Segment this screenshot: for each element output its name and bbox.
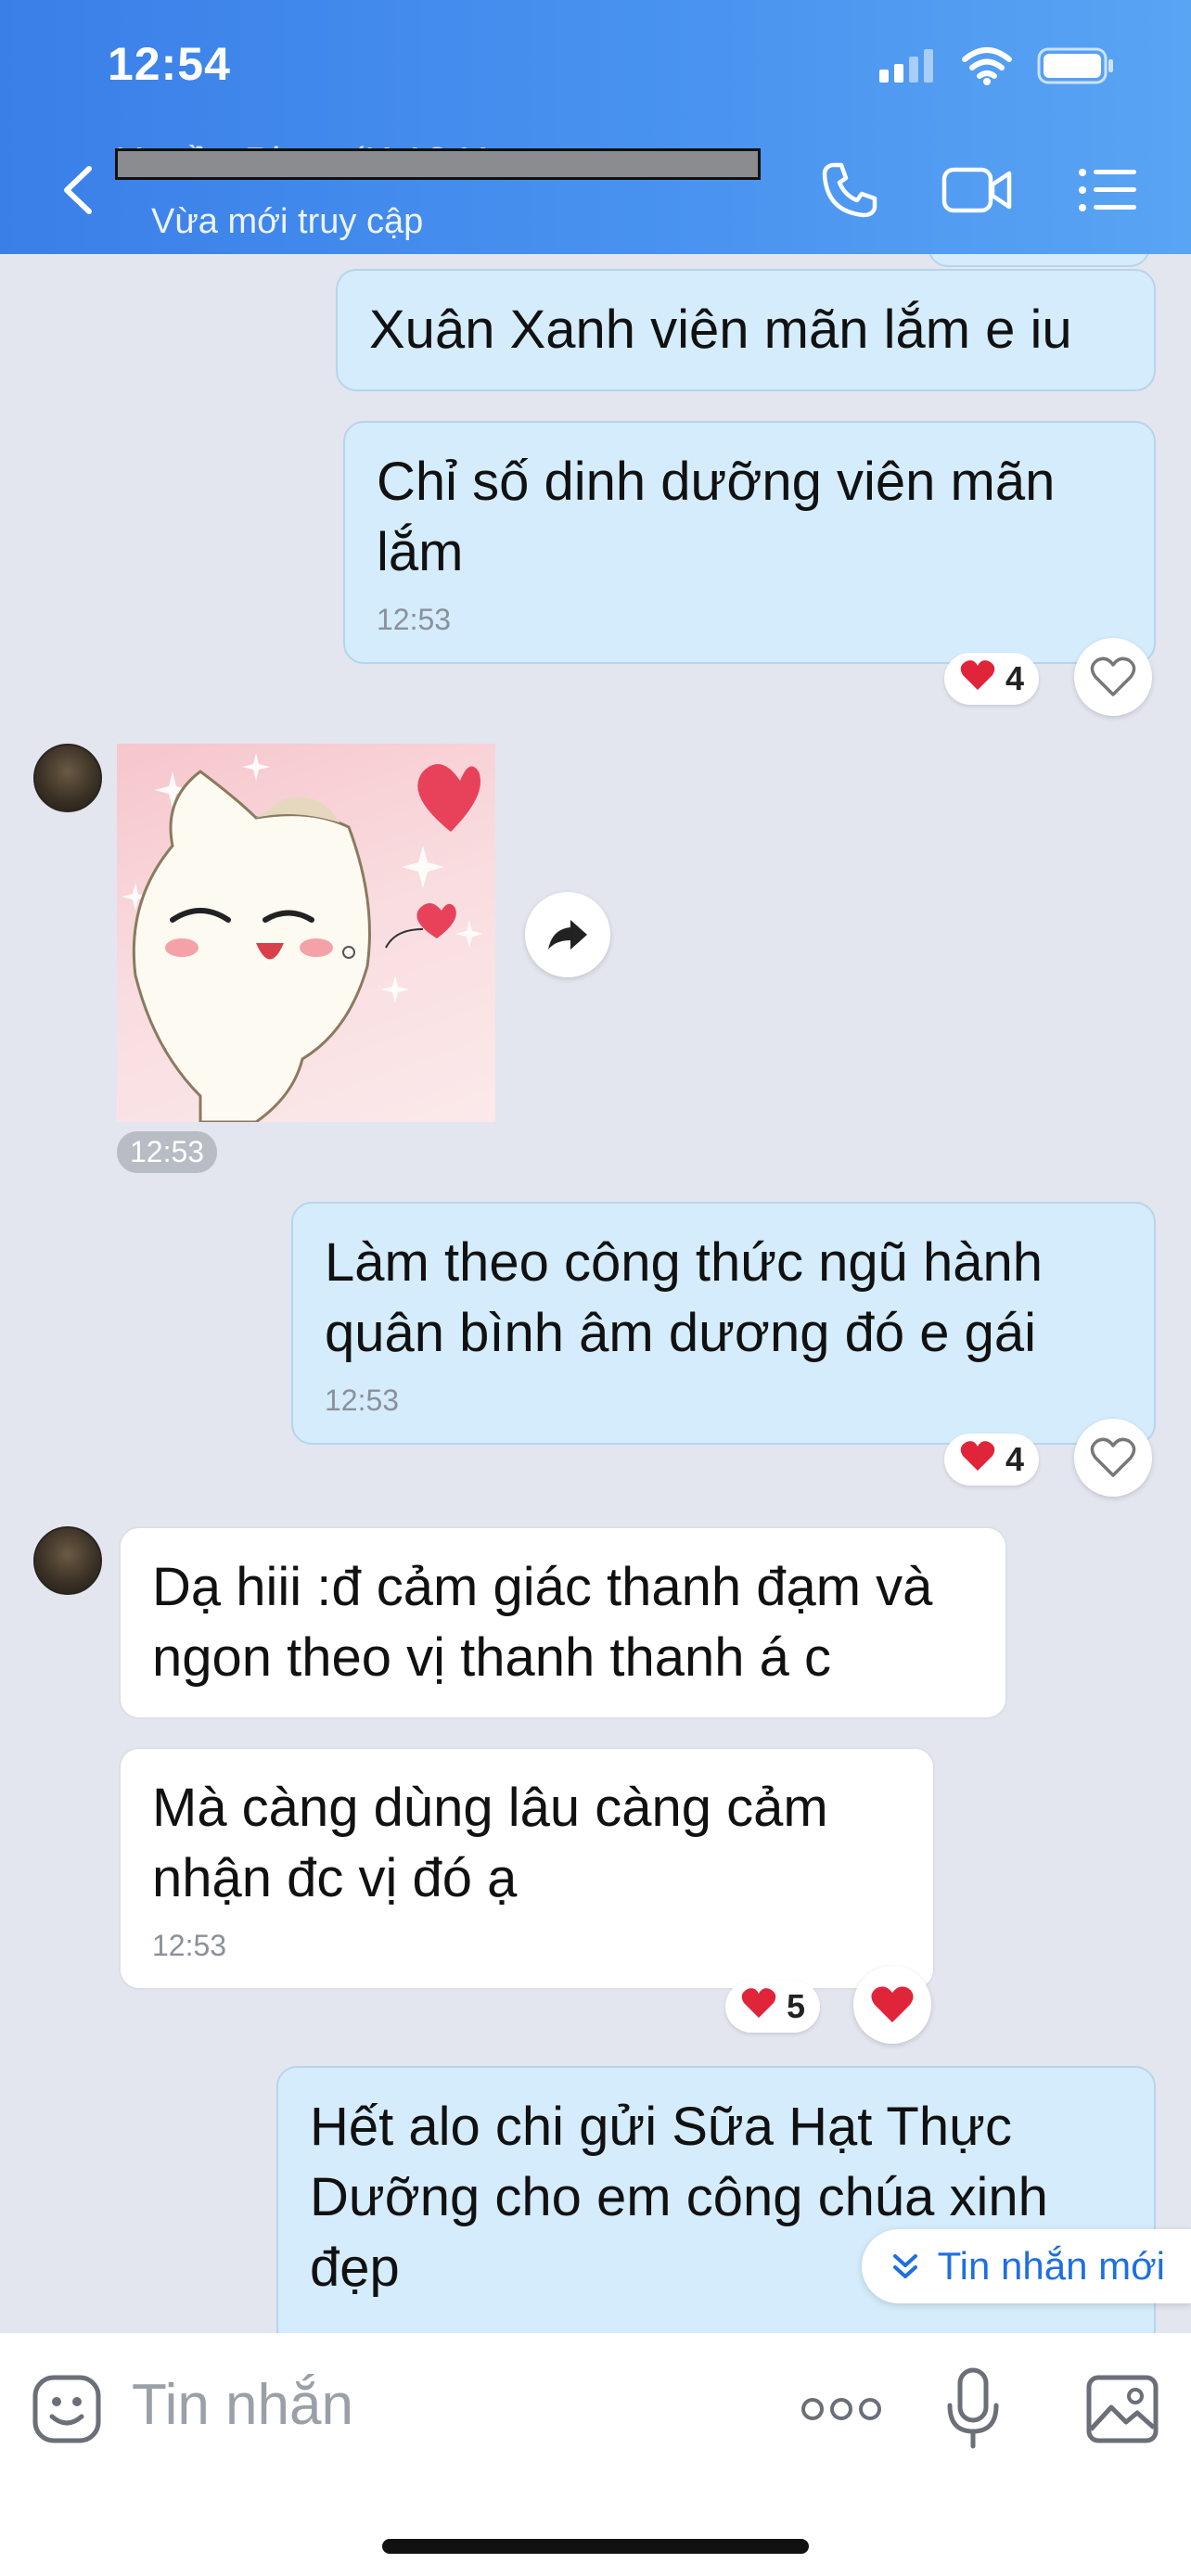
message-time: 12:53: [152, 1929, 227, 1962]
heart-icon: [871, 1986, 914, 2022]
message-bubble-out[interactable]: Chỉ số dinh dưỡng viên mãn lắm 12:53: [343, 421, 1156, 664]
video-camera-icon: [941, 167, 1012, 213]
sticker-image[interactable]: [117, 744, 495, 1122]
redaction-bar: [115, 148, 761, 180]
message-input[interactable]: Tin nhắn: [132, 2372, 353, 2438]
message-text: Xuân Xanh viên mãn lắm e iu: [369, 300, 1072, 360]
message-bubble-out[interactable]: Làm theo công thức ngũ hành quân bình âm…: [291, 1202, 1156, 1445]
forward-arrow-icon: [548, 920, 587, 950]
reaction-count: 5: [787, 1987, 806, 2025]
avatar[interactable]: [33, 1526, 102, 1595]
sticker-button[interactable]: [32, 2374, 102, 2444]
message-text: Làm theo công thức ngũ hành quân bình âm…: [325, 1232, 1044, 1363]
heart-icon: [740, 1986, 777, 2028]
photo-button[interactable]: [1085, 2374, 1159, 2444]
voice-button[interactable]: [944, 2366, 1002, 2450]
heart-outline-icon: [1090, 657, 1136, 696]
more-dots-icon: [801, 2398, 881, 2420]
back-button[interactable]: [56, 158, 102, 223]
reaction-summary[interactable]: 4: [944, 653, 1040, 705]
reaction-count: 4: [1005, 1440, 1025, 1478]
message-text: Mà càng dùng lâu càng cảm nhận đc vị đó …: [152, 1778, 828, 1908]
sticker-cat-icon: [122, 753, 483, 1122]
list-icon: [1079, 169, 1136, 211]
react-button[interactable]: [1074, 1419, 1152, 1497]
partial-message-bubble: [928, 254, 1150, 267]
smiley-icon: [32, 2375, 101, 2443]
microphone-icon: [947, 2367, 999, 2449]
message-bubble-in[interactable]: Dạ hiii :đ cảm giác thanh đạm và ngon th…: [119, 1526, 1007, 1719]
react-button[interactable]: [1074, 638, 1152, 716]
call-button[interactable]: [813, 158, 887, 223]
contact-status: Vừa mới truy cập: [151, 202, 424, 241]
status-icons: [877, 46, 1117, 90]
video-call-button[interactable]: [941, 158, 1015, 223]
message-time: 12:53: [325, 1384, 400, 1417]
new-message-banner[interactable]: Tin nhắn mới: [861, 2229, 1191, 2303]
heart-icon: [959, 1439, 996, 1481]
chevron-left-icon: [64, 166, 92, 214]
image-gallery-icon: [1086, 2375, 1159, 2443]
status-time: 12:54: [108, 38, 231, 90]
composer-bar: Tin nhắn: [0, 2333, 1191, 2576]
sticker-time: 12:53: [117, 1131, 218, 1173]
message-time: 12:53: [377, 603, 452, 636]
message-list[interactable]: Xuân Xanh viên mãn lắm e iu Chỉ số dinh …: [0, 254, 1191, 2333]
message-bubble-in[interactable]: Mà càng dùng lâu càng cảm nhận đc vị đó …: [119, 1747, 935, 1990]
reaction-summary[interactable]: 4: [944, 1434, 1040, 1486]
new-message-label: Tin nhắn mới: [937, 2244, 1165, 2288]
avatar[interactable]: [33, 744, 102, 812]
home-indicator: [382, 2539, 809, 2554]
menu-button[interactable]: [1070, 158, 1145, 223]
chat-header: 12:54 Vừa mới truy cập: [0, 0, 1191, 254]
more-options-button[interactable]: [800, 2389, 883, 2429]
heart-icon: [959, 658, 996, 700]
forward-button[interactable]: [525, 892, 610, 977]
react-button-active[interactable]: [853, 1966, 931, 2044]
battery-icon: [1037, 46, 1117, 90]
message-text: Dạ hiii :đ cảm giác thanh đạm và ngon th…: [152, 1557, 933, 1688]
message-text: Chỉ số dinh dưỡng viên mãn lắm: [377, 452, 1056, 582]
phone-icon: [822, 162, 877, 218]
signal-icon: [877, 47, 937, 89]
heart-outline-icon: [1090, 1437, 1136, 1477]
double-chevron-down-icon: [892, 2254, 917, 2278]
reaction-summary[interactable]: 5: [725, 1981, 821, 2033]
message-bubble-out[interactable]: Xuân Xanh viên mãn lắm e iu: [336, 269, 1156, 391]
wifi-icon: [961, 46, 1013, 90]
reaction-count: 4: [1005, 659, 1025, 697]
